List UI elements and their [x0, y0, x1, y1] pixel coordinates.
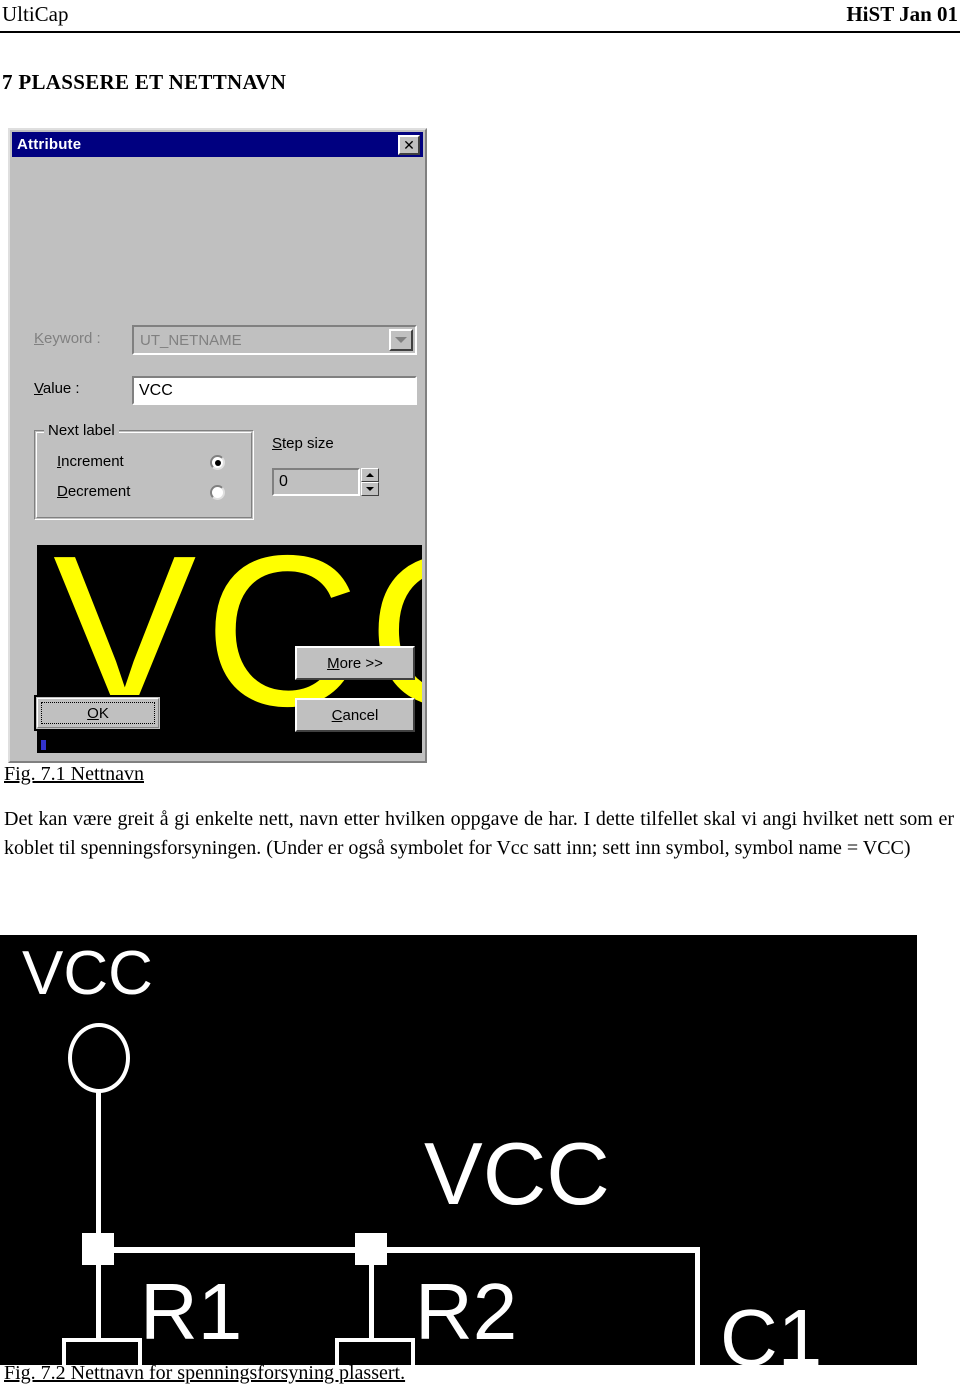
step-size-spin-buttons[interactable]	[361, 468, 379, 496]
more-button-label: More >>	[327, 654, 383, 672]
page-header: UltiCap HiST Jan 01	[0, 0, 960, 40]
keyword-label-row: Keyword :	[34, 330, 101, 347]
header-right-title: HiST Jan 01	[846, 2, 958, 26]
value-label: Value :	[34, 380, 80, 397]
keyword-label: Keyword :	[34, 330, 101, 347]
next-label-group-title: Next label	[44, 422, 119, 439]
radio-decrement-mark[interactable]	[210, 485, 225, 500]
close-icon[interactable]: ✕	[398, 134, 420, 155]
body-paragraph: Det kan være greit å gi enkelte nett, na…	[4, 808, 954, 859]
spin-up-icon[interactable]	[361, 468, 379, 482]
value-input-text: VCC	[139, 381, 173, 399]
chevron-down-icon[interactable]	[389, 329, 413, 351]
bus-wire-horizontal	[110, 1247, 700, 1253]
value-input[interactable]: VCC	[132, 376, 417, 405]
more-button[interactable]: More >>	[295, 646, 415, 680]
radio-decrement-label: Decrement	[57, 483, 131, 500]
schematic-label-vcc-supply: VCC	[22, 939, 153, 1008]
figure-2-caption: Fig. 7.2 Nettnavn for spenningsforsyning…	[4, 1362, 406, 1384]
ok-button[interactable]: OK	[34, 695, 162, 731]
wire-r1-lead	[96, 1263, 101, 1343]
schematic-image: VCC VCC R1 R2 C1	[0, 935, 917, 1365]
junction-node-2	[355, 1233, 387, 1265]
resistor-r2-body	[335, 1338, 415, 1365]
keyword-combo-value: UT_NETNAME	[140, 331, 242, 349]
radio-increment-label: Increment	[57, 453, 124, 470]
step-size-input[interactable]: 0	[272, 468, 360, 496]
schematic-label-r2: R2	[415, 1267, 518, 1356]
ok-button-label: OK	[41, 702, 155, 724]
vcc-circle-symbol	[68, 1023, 130, 1093]
schematic-label-c1: C1	[720, 1293, 823, 1366]
wire-r2-lead	[369, 1263, 374, 1343]
next-label-groupbox: Next label Increment Decrement	[34, 422, 254, 520]
resistor-r1-body	[62, 1338, 142, 1365]
step-size-label: Step size	[272, 435, 334, 452]
attribute-dialog: Attribute ✕ Keyword : UT_NETNAME Value :…	[8, 128, 427, 763]
radio-increment[interactable]: Increment	[57, 453, 124, 470]
wire-c1-lead	[695, 1247, 700, 1365]
schematic-label-vcc-net: VCC	[424, 1124, 610, 1223]
cancel-button-label: Cancel	[331, 706, 379, 724]
radio-decrement[interactable]: Decrement	[57, 483, 130, 500]
figure-1-caption: Fig. 7.1 Nettnavn	[4, 763, 144, 785]
spin-down-icon[interactable]	[361, 482, 379, 496]
page-title: 7 PLASSERE ET NETTNAVN	[2, 70, 287, 94]
keyword-combo[interactable]: UT_NETNAME	[132, 325, 417, 355]
header-left-title: UltiCap	[2, 2, 69, 26]
radio-increment-mark[interactable]	[210, 455, 225, 470]
step-size-label-row: Step size	[272, 435, 334, 452]
dialog-titlebar[interactable]: Attribute ✕	[12, 132, 423, 157]
wire-vcc-down	[96, 1091, 101, 1236]
header-divider	[0, 31, 960, 33]
cancel-button[interactable]: Cancel	[295, 698, 415, 732]
schematic-label-r1: R1	[140, 1267, 243, 1356]
preview-cursor	[41, 740, 46, 750]
value-label-row: Value :	[34, 380, 80, 397]
dialog-title: Attribute	[17, 136, 82, 153]
step-size-stepper[interactable]: 0	[272, 468, 379, 496]
